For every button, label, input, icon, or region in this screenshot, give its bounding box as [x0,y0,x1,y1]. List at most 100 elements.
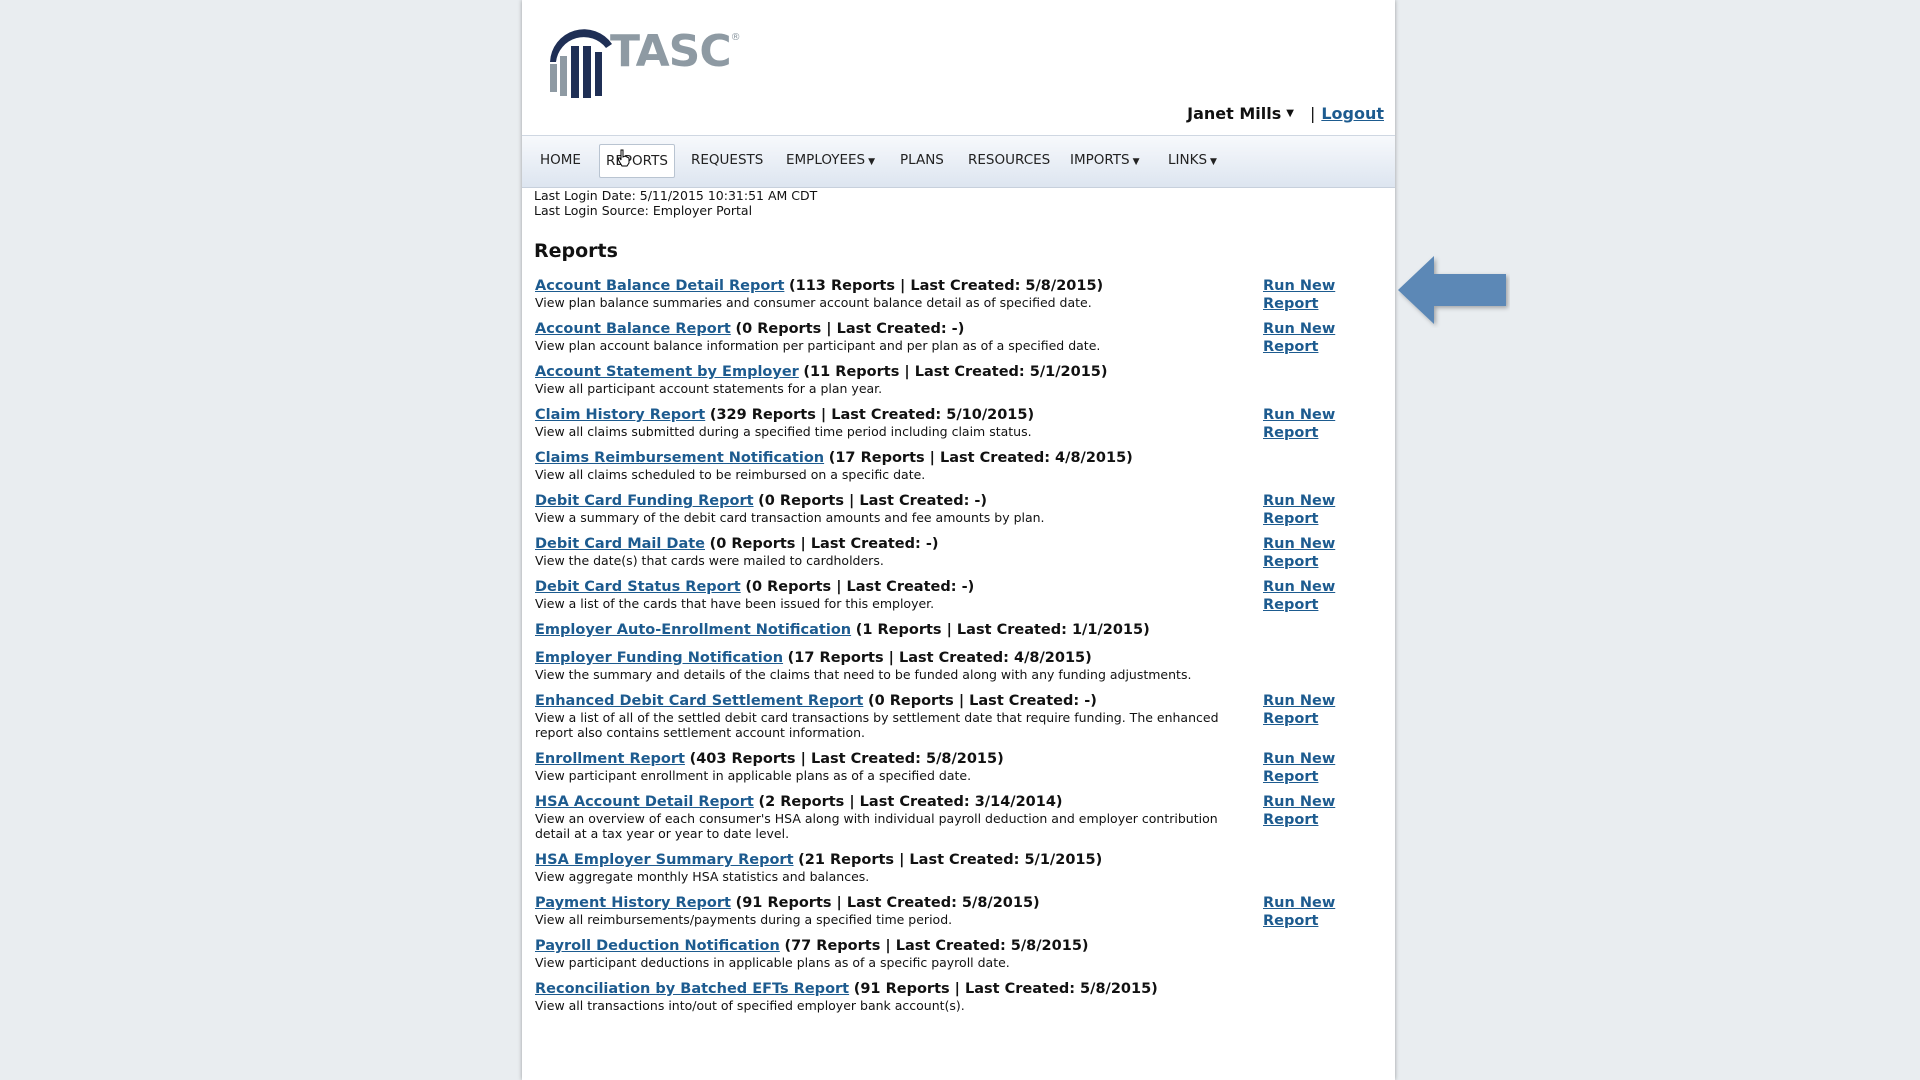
report-title-line: Account Balance Report (0 Reports | Last… [535,320,1385,338]
arrow-left-icon [1398,256,1506,324]
report-link[interactable]: HSA Account Detail Report [535,794,754,810]
report-title-line: Account Balance Detail Report (113 Repor… [535,277,1385,295]
run-new-report-link[interactable]: Run New Report [1263,578,1385,614]
report-description: View the date(s) that cards were mailed … [535,553,884,568]
nav-employees-label: EMPLOYEES [786,152,866,168]
report-title-line: Employer Funding Notification (17 Report… [535,649,1385,667]
run-new-report-link[interactable]: Run New Report [1263,535,1385,571]
report-link[interactable]: Debit Card Funding Report [535,493,754,509]
report-description: View a list of the cards that have been … [535,596,935,611]
report-meta: (0 Reports | Last Created: -) [735,321,965,337]
report-description: View all claims submitted during a speci… [535,424,1032,439]
report-description: View all claims scheduled to be reimburs… [535,467,926,482]
report-link[interactable]: Employer Funding Notification [535,650,783,666]
report-title-line: HSA Account Detail Report (2 Reports | L… [535,793,1385,811]
portal-page: TASC ® Janet Mills ▼ | Logout HOME REPOR… [522,0,1395,1080]
page-title: Reports [534,240,618,262]
nav-resources[interactable]: RESOURCES [962,144,1056,176]
report-description: View an overview of each consumer's HSA … [535,811,1218,841]
run-new-report-link[interactable]: Run New Report [1263,492,1385,528]
report-item: Claims Reimbursement Notification (17 Re… [535,449,1385,482]
run-new-report-link[interactable]: Run New Report [1263,406,1385,442]
report-link[interactable]: Debit Card Mail Date [535,536,705,552]
nav-employees[interactable]: EMPLOYEES ▼ [780,144,881,176]
nav-plans[interactable]: PLANS [894,144,950,176]
report-link[interactable]: HSA Employer Summary Report [535,852,794,868]
report-title-line: Payroll Deduction Notification (77 Repor… [535,937,1385,955]
report-meta: (403 Reports | Last Created: 5/8/2015) [689,751,1004,767]
report-description: View plan balance summaries and consumer… [535,295,1092,310]
report-meta: (1 Reports | Last Created: 1/1/2015) [855,622,1150,638]
report-link[interactable]: Reconciliation by Batched EFTs Report [535,981,849,997]
separator: | [1309,104,1316,123]
nav-imports[interactable]: IMPORTS ▼ [1064,144,1146,176]
report-link[interactable]: Payment History Report [535,895,731,911]
report-title-line: Debit Card Mail Date (0 Reports | Last C… [535,535,1385,553]
header: TASC ® Janet Mills ▼ | Logout [522,0,1395,135]
report-item: Reconciliation by Batched EFTs Report (9… [535,980,1385,1013]
nav-home[interactable]: HOME [534,144,587,176]
report-link[interactable]: Enrollment Report [535,751,685,767]
report-title-line: Enhanced Debit Card Settlement Report (0… [535,692,1385,710]
report-link[interactable]: Account Balance Report [535,321,731,337]
report-title-line: Account Statement by Employer (11 Report… [535,363,1385,381]
report-description: View all reimbursements/payments during … [535,912,953,927]
report-item: Enhanced Debit Card Settlement Report (0… [535,692,1385,740]
chevron-down-icon[interactable]: ▼ [1286,108,1294,119]
report-title-line: Claims Reimbursement Notification (17 Re… [535,449,1385,467]
report-link[interactable]: Employer Auto-Enrollment Notification [535,622,851,638]
last-login-date: Last Login Date: 5/11/2015 10:31:51 AM C… [534,188,818,203]
report-item: HSA Employer Summary Report (21 Reports … [535,851,1385,884]
report-description: View participant deductions in applicabl… [535,955,1010,970]
report-meta: (21 Reports | Last Created: 5/1/2015) [798,852,1103,868]
chevron-down-icon: ▼ [1132,157,1140,167]
report-description: View aggregate monthly HSA statistics an… [535,869,870,884]
run-new-report-link[interactable]: Run New Report [1263,277,1385,313]
report-item: Account Balance Detail Report (113 Repor… [535,277,1385,313]
report-link[interactable]: Claim History Report [535,407,705,423]
logo-registered-mark: ® [730,32,741,43]
user-menu[interactable]: Janet Mills [1187,104,1281,123]
report-meta: (11 Reports | Last Created: 5/1/2015) [803,364,1108,380]
report-title-line: Debit Card Status Report (0 Reports | La… [535,578,1385,596]
run-new-report-link[interactable]: Run New Report [1263,750,1385,786]
report-meta: (0 Reports | Last Created: -) [745,579,975,595]
nav-requests[interactable]: REQUESTS [685,144,769,176]
run-new-report-link[interactable]: Run New Report [1263,894,1385,930]
report-meta: (17 Reports | Last Created: 4/8/2015) [787,650,1092,666]
report-meta: (77 Reports | Last Created: 5/8/2015) [784,938,1089,954]
run-new-report-link[interactable]: Run New Report [1263,793,1385,829]
report-description: View the summary and details of the clai… [535,667,1192,682]
report-link[interactable]: Debit Card Status Report [535,579,741,595]
run-new-report-link[interactable]: Run New Report [1263,692,1385,728]
report-item: Account Statement by Employer (11 Report… [535,363,1385,396]
nav-links[interactable]: LINKS ▼ [1162,144,1223,176]
main-nav: HOME REPORTS REQUESTS EMPLOYEES ▼ PLANS R… [522,135,1395,188]
report-item: Debit Card Mail Date (0 Reports | Last C… [535,535,1385,571]
report-description: View participant enrollment in applicabl… [535,768,972,783]
report-item: Debit Card Funding Report (0 Reports | L… [535,492,1385,528]
last-login-source: Last Login Source: Employer Portal [534,203,753,218]
logout-link[interactable]: Logout [1321,104,1384,123]
report-link[interactable]: Enhanced Debit Card Settlement Report [535,693,863,709]
chevron-down-icon: ▼ [1210,157,1217,167]
report-title-line: Debit Card Funding Report (0 Reports | L… [535,492,1385,510]
report-item: Claim History Report (329 Reports | Last… [535,406,1385,442]
report-meta: (329 Reports | Last Created: 5/10/2015) [709,407,1035,423]
run-new-report-link[interactable]: Run New Report [1263,320,1385,356]
report-description: View a list of all of the settled debit … [535,710,1219,740]
user-area: Janet Mills ▼ | Logout [1187,104,1384,123]
report-meta: (2 Reports | Last Created: 3/14/2014) [758,794,1063,810]
nav-reports[interactable]: REPORTS [599,144,675,178]
report-item: Employer Auto-Enrollment Notification (1… [535,621,1385,639]
report-link[interactable]: Claims Reimbursement Notification [535,450,824,466]
report-item: Payment History Report (91 Reports | Las… [535,894,1385,930]
report-item: Debit Card Status Report (0 Reports | La… [535,578,1385,614]
report-link[interactable]: Account Statement by Employer [535,364,799,380]
tasc-logo[interactable]: TASC ® [544,22,741,102]
report-link[interactable]: Payroll Deduction Notification [535,938,780,954]
report-link[interactable]: Account Balance Detail Report [535,278,784,294]
report-meta: (17 Reports | Last Created: 4/8/2015) [828,450,1133,466]
report-meta: (0 Reports | Last Created: -) [709,536,939,552]
report-meta: (0 Reports | Last Created: -) [758,493,988,509]
